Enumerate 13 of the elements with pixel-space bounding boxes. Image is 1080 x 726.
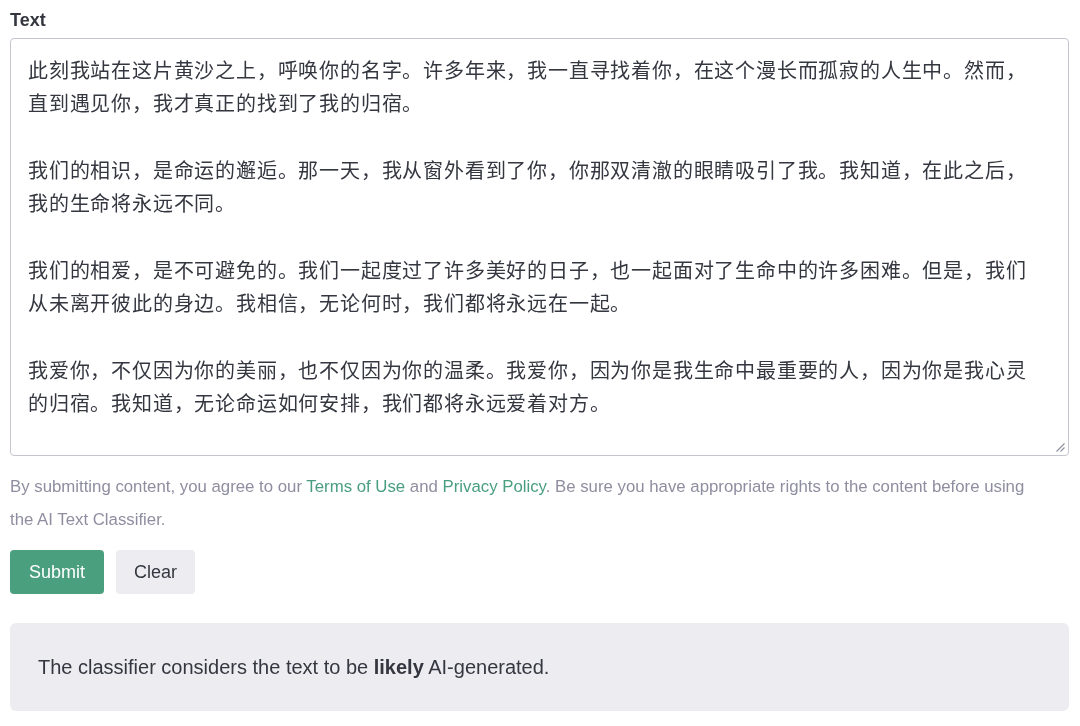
text-paragraph: 我爱你，不仅因为你的美丽，也不仅因为你的温柔。我爱你，因为你是我生命中最重要的人，因为你是我心灵的归宿。我知道，无论命运如何安排，我们都将永远爱着对方。: [28, 358, 1028, 417]
text-paragraph: 此刻我站在这片黄沙之上，呼唤你的名字。许多年来，我一直寻找着你，在这个漫长而孤寂的人生中。然而，直到遇见你，我才真正的找到了我的归宿。: [28, 59, 1028, 118]
text-paragraph: 我们的相爱，是不可避免的。我们一起度过了许多美好的日子，也一起面对了生命中的许多困难。但是，我们从未离开彼此的身边。我相信，无论何时，我们都将永远在一起。: [28, 258, 1028, 318]
text-area-field[interactable]: [10, 38, 1069, 456]
result-text: The classifier considers the text to be likely AI-generated.: [38, 655, 550, 679]
submit-button[interactable]: Submit: [10, 550, 105, 594]
policy-link[interactable]: Privacy Policy: [442, 477, 546, 496]
resize-handle-icon[interactable]: [1056, 443, 1065, 452]
field-label: Text: [10, 9, 46, 31]
text-paragraph: 我们的相识，是命运的邂逅。那一天，我从窗外看到了你，你那双清澈的眼睛吸引了我。我知道，在此之后，我的生命将永远不同。: [28, 158, 1028, 218]
policy-link[interactable]: Terms of Use: [306, 477, 406, 496]
disclaimer-text: By submitting content, you agree to our Terms of Use and Privacy Policy. Be sure you have appropriate rights to the content before using the AI Text Classifier.: [10, 476, 1026, 531]
clear-button[interactable]: Clear: [116, 550, 196, 594]
